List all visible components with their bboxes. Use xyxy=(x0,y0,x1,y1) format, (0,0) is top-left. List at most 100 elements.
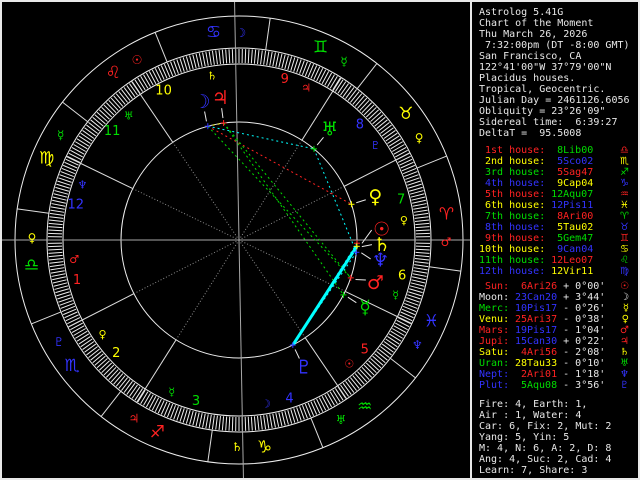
house-ruler-glyph-10: ♄ xyxy=(207,70,217,83)
sign-ruler-glyph-libra: ♀ xyxy=(28,231,37,245)
cusp-spoke-dotted xyxy=(172,142,240,241)
zodiac-mode: Tropical, Geocentric. xyxy=(479,84,606,95)
house-label: 11th house: xyxy=(479,255,546,266)
sign-glyph-aries: ♈ xyxy=(439,205,454,225)
planet-glyph-icon: ♇ xyxy=(620,380,629,391)
house-ruler-glyph-11: ♅ xyxy=(124,109,134,122)
sidebar: Astrolog 5.41G Chart of the Moment Thu M… xyxy=(472,2,638,478)
house-label: 5th house: xyxy=(479,189,546,200)
obliquity: Obliquity = 23°26'09" xyxy=(479,106,606,117)
sign-glyph-aquarius: ♒ xyxy=(357,397,372,417)
planet-label: Moon: xyxy=(479,292,510,303)
planet-pointer-line xyxy=(361,229,373,244)
house-number-10: 10 xyxy=(155,84,172,99)
planet-label: Satu: xyxy=(479,347,510,358)
planet-pointer-line xyxy=(355,278,366,281)
house-number-6: 6 xyxy=(398,268,406,283)
house-cusp-lines xyxy=(2,2,599,478)
planet-glyph-icon: ☉ xyxy=(620,281,629,292)
house-label: 9th house: xyxy=(479,233,546,244)
house-label: 12th house: xyxy=(479,266,546,277)
planet-label: Sun: xyxy=(479,281,510,292)
planet-glyph-uranus: ♅ xyxy=(321,119,338,141)
house-value: 5Sag47 xyxy=(557,167,594,178)
house-label: 6th house: xyxy=(479,200,546,211)
planet-value: 10Pis17 xyxy=(514,303,558,314)
cusp-spoke-dotted xyxy=(133,239,240,295)
sign-ruler-glyph-pisces: ♆ xyxy=(412,338,423,352)
stat-modes: Car: 6, Fix: 2, Mut: 2 xyxy=(479,421,612,432)
planet-pointer-line xyxy=(204,111,207,122)
sign-ruler-glyph-gemini: ☿ xyxy=(340,55,347,69)
sign-glyph-virgo: ♍ xyxy=(39,148,54,168)
sign-ruler-glyph-cancer: ☽ xyxy=(235,26,246,40)
sign-glyph-scorpio: ♏ xyxy=(64,356,79,376)
planet-glyph-icon: ♀ xyxy=(621,314,629,325)
house-number-5: 5 xyxy=(361,342,369,357)
planet-daily-motion: - 3°56' xyxy=(557,380,606,391)
planet-glyph-icon: ♄ xyxy=(620,347,629,358)
sign-ruler-glyph-virgo: ☿ xyxy=(57,128,64,142)
house-ruler-glyph-1: ♂ xyxy=(69,253,79,266)
sign-glyph-libra: ♎ xyxy=(24,255,39,275)
house-number-12: 12 xyxy=(67,197,84,212)
house-glyph-icon: ♉ xyxy=(620,222,629,233)
house-value: 9Can04 xyxy=(557,244,594,255)
house-glyph-icon: ♒ xyxy=(620,189,629,200)
planet-glyph-neptune: ♆ xyxy=(372,249,389,271)
planet-glyph-icon: ♅ xyxy=(620,358,629,369)
house-label: 4th house: xyxy=(479,178,546,189)
house-number-4: 4 xyxy=(285,392,293,407)
planet-pointer-line xyxy=(221,108,224,119)
house-label: 2nd house: xyxy=(479,156,546,167)
planet-daily-motion: - 0°26' xyxy=(557,303,606,314)
planet-label: Uran: xyxy=(479,358,510,369)
house-ruler-glyph-3: ☿ xyxy=(168,385,175,398)
planet-value: 4Ari56 xyxy=(514,347,558,358)
house-row: 8th house: 5Tau02 ♉ xyxy=(479,222,638,233)
house-ruler-glyph-9: ♃ xyxy=(301,82,311,95)
sign-glyph-sagittarius: ♐ xyxy=(150,422,165,442)
planet-label: Venu: xyxy=(479,314,510,325)
house-glyph-icon: ♍ xyxy=(620,266,629,277)
house-value: 5Sco02 xyxy=(557,156,594,167)
planet-row: Satu: 4Ari56 - 2°08' ♄ xyxy=(479,347,638,358)
house-number-7: 7 xyxy=(397,193,405,208)
house-row: 12th house: 12Vir11 ♍ xyxy=(479,266,638,277)
cusp-spoke-dotted xyxy=(238,239,346,292)
delta-t: DeltaT = 95.5008 xyxy=(479,128,582,139)
stat-air-water: Air : 1, Water: 4 xyxy=(479,410,582,421)
house-value: 8Ari00 xyxy=(557,211,594,222)
planet-glyph-jupiter: ♃ xyxy=(212,87,229,109)
aspect-sextile-saturn-pluto xyxy=(291,245,359,346)
chart-wheel-svg: ☉☽☿♀♂♃♄♅♆♇♈♂♉♀♊☿♋ ☽♌☉♍☿♎♀♏♇♐♃♑♄♒♅♓♆1♂2♀3☿… xyxy=(2,2,599,478)
house-value: 8Lib00 xyxy=(557,145,594,156)
planet-glyph-icon: ♂ xyxy=(620,325,629,336)
house-ruler-glyph-12: ♆ xyxy=(77,178,87,191)
house-ruler-glyph-7: ♀ xyxy=(400,214,408,227)
planet-pointer-line xyxy=(361,252,371,260)
planet-marker-moon xyxy=(204,123,211,130)
planet-glyph-icon: ♆ xyxy=(620,369,629,380)
house-number-8: 8 xyxy=(356,117,364,132)
house-ruler-glyph-6: ☿ xyxy=(392,289,399,302)
chart-wheel-area: ☉ ☽ ☿ ♀ ♂ ♃ ♄ ♅ ♆ ♇ ♈ ♂ ♉ ♀ ♊ ☿ ♋ ☽ ♌ ☉ ♍ ☿ ♎ ♀ ♏ ♇ ♐ ♃ ♑ ♄ ♒ ♅ ♓ ♆ 1 ♂ 2 ♀ 3 ☿… xyxy=(2,2,599,478)
sign-glyph-capricorn: ♑ xyxy=(257,437,272,457)
house-label: 1st house: xyxy=(479,145,546,156)
house-ruler-glyph-4: ☽ xyxy=(261,397,271,410)
house-label: 7th house: xyxy=(479,211,546,222)
house-row: 2nd house: 5Sco02 ♏ xyxy=(479,156,638,167)
house-number-1: 1 xyxy=(73,273,81,288)
cusp-spoke-dotted xyxy=(132,188,240,241)
house-value: 5Gem47 xyxy=(557,233,594,244)
julian-day: Julian Day = 2461126.6056 xyxy=(479,95,630,106)
house-glyph-icon: ♑ xyxy=(620,178,629,189)
planet-row: Venu: 25Ari37 - 0°38' ♀ xyxy=(479,314,638,325)
planet-label: Plut: xyxy=(479,380,510,391)
house-row: 11th house: 12Leo07 ♌ xyxy=(479,255,638,266)
house-ruler-glyph-5: ☉ xyxy=(344,358,354,371)
house-value: 12Aqu07 xyxy=(551,189,594,200)
planet-daily-motion: - 0°10' xyxy=(557,358,606,369)
stat-fire-earth: Fire: 4, Earth: 1, xyxy=(479,399,588,410)
astrolog-window: ☉ ☽ ☿ ♀ ♂ ♃ ♄ ♅ ♆ ♇ ♈ ♂ ♉ ♀ ♊ ☿ ♋ ☽ ♌ ☉ ♍ ☿ ♎ ♀ ♏ ♇ ♐ ♃ ♑ ♄ ♒ ♅ ♓ ♆ 1 ♂ 2 ♀ 3 ☿… xyxy=(0,0,640,480)
